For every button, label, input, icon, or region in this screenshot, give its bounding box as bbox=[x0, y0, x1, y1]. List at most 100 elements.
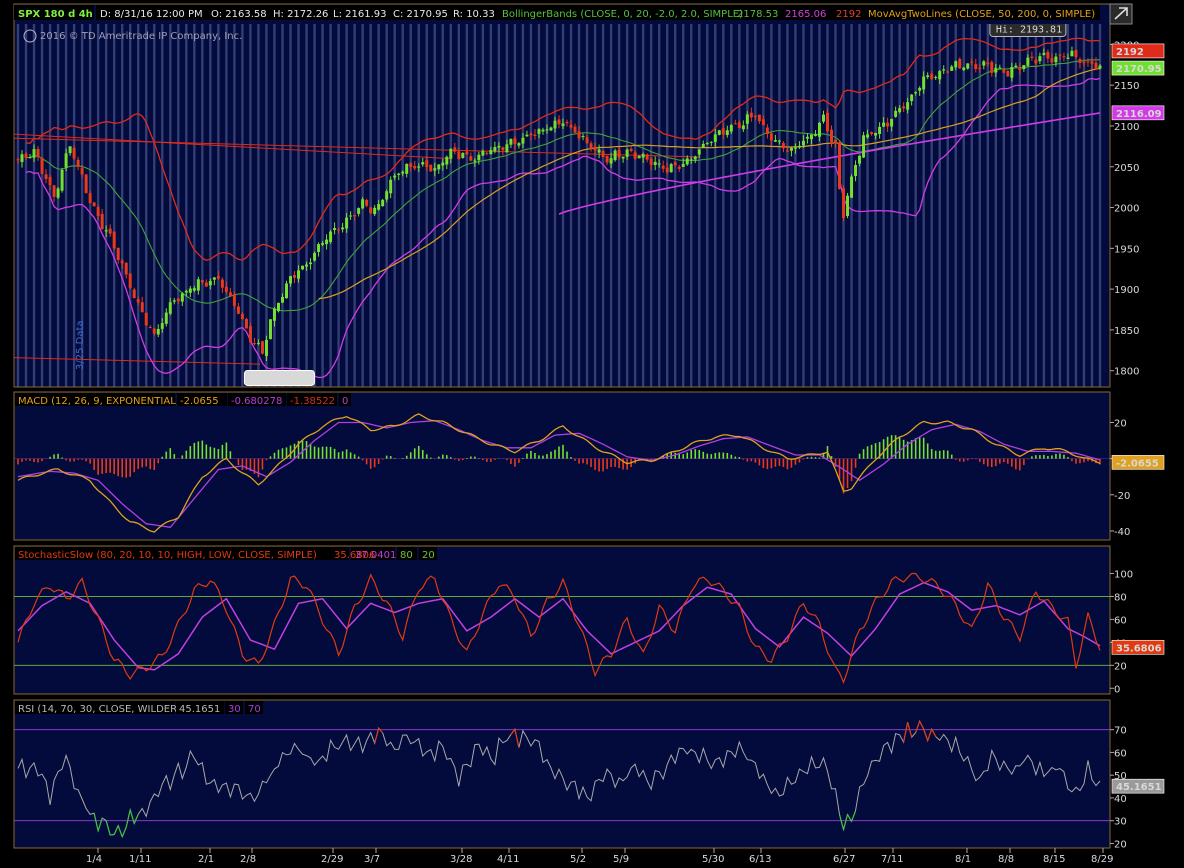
stochastic-value-3: 80 bbox=[400, 550, 413, 561]
price-candle bbox=[938, 71, 942, 80]
price-candle bbox=[846, 195, 850, 217]
price-candle bbox=[128, 273, 132, 288]
stripe bbox=[369, 24, 372, 387]
price-candle bbox=[665, 167, 669, 173]
price-candle bbox=[825, 112, 829, 132]
price-candle bbox=[1022, 65, 1026, 70]
stripe bbox=[305, 24, 308, 387]
stripe bbox=[738, 24, 741, 387]
price-candle bbox=[1078, 58, 1082, 63]
price-candle bbox=[224, 286, 228, 292]
price-candle bbox=[1098, 65, 1102, 69]
rsi-header: RSI (14, 70, 30, CLOSE, WILDERS) 45.1651… bbox=[15, 701, 263, 715]
price-candle bbox=[88, 193, 92, 204]
price-candle bbox=[954, 61, 958, 68]
stripe bbox=[257, 24, 260, 387]
rsi-panel[interactable] bbox=[13, 699, 1111, 849]
price-candle bbox=[645, 154, 649, 160]
price-candle bbox=[24, 153, 28, 159]
ma-study-label[interactable]: MovAvgTwoLines (CLOSE, 50, 200, 0, SIMPL… bbox=[868, 9, 1095, 20]
price-candle bbox=[501, 147, 505, 151]
rsi-axis-label: 40 bbox=[1114, 794, 1127, 805]
x-axis-label: 5/2 bbox=[570, 854, 586, 865]
stripe bbox=[633, 24, 637, 387]
price-candle bbox=[232, 294, 236, 306]
price-axis-label: 2000 bbox=[1114, 204, 1139, 215]
price-candle bbox=[333, 228, 337, 230]
close-label: C: 2170.95 bbox=[393, 9, 448, 20]
price-candle bbox=[457, 151, 461, 160]
stripe bbox=[906, 24, 909, 387]
macd-axis-label: 20 bbox=[1114, 418, 1127, 429]
price-candle bbox=[517, 143, 521, 146]
high-label: H: 2172.26 bbox=[273, 9, 328, 20]
price-candle bbox=[132, 289, 136, 299]
price-candle bbox=[244, 319, 248, 329]
price-candle bbox=[689, 159, 693, 161]
price-candle bbox=[268, 319, 272, 340]
price-candle bbox=[148, 326, 152, 328]
price-candle bbox=[1094, 62, 1098, 70]
macd-value-2: -0.680278 bbox=[231, 396, 282, 407]
stripe bbox=[1082, 24, 1086, 387]
x-axis-label: 5/9 bbox=[613, 854, 629, 865]
price-candle bbox=[717, 130, 721, 135]
stripe bbox=[1042, 24, 1046, 387]
price-candle bbox=[890, 118, 894, 127]
price-candle bbox=[817, 122, 821, 137]
stripe bbox=[521, 24, 525, 387]
stripe bbox=[649, 24, 653, 387]
price-candle bbox=[557, 119, 561, 125]
price-candle bbox=[409, 163, 413, 167]
stripe bbox=[970, 24, 973, 387]
stripe bbox=[409, 24, 412, 387]
price-candle bbox=[453, 147, 457, 152]
stochastic-title[interactable]: StochasticSlow (80, 20, 10, 10, HIGH, LO… bbox=[18, 550, 317, 561]
price-candle bbox=[172, 300, 176, 302]
stripe bbox=[217, 24, 220, 387]
price-candle bbox=[381, 199, 385, 207]
price-candle bbox=[72, 148, 76, 159]
price-candle bbox=[489, 150, 493, 155]
price-candle bbox=[737, 122, 741, 129]
collapse-icon[interactable] bbox=[1109, 3, 1133, 25]
price-candle bbox=[1014, 65, 1018, 68]
price-candle bbox=[297, 270, 301, 279]
bb-study-label[interactable]: BollingerBands (CLOSE, 0, 20, -2.0, 2.0,… bbox=[502, 9, 743, 20]
price-candle bbox=[922, 76, 926, 90]
stripe bbox=[537, 24, 541, 387]
price-candle bbox=[124, 262, 128, 275]
price-candle bbox=[733, 123, 737, 125]
price-candle bbox=[184, 290, 188, 293]
price-candle bbox=[168, 302, 172, 314]
price-candle bbox=[950, 66, 954, 71]
price-candle bbox=[577, 131, 581, 139]
price-candle bbox=[773, 140, 777, 142]
price-candle bbox=[741, 125, 745, 130]
price-axis-label: 1850 bbox=[1114, 326, 1139, 337]
x-axis-label: 8/8 bbox=[998, 854, 1014, 865]
rsi-axis-label: 70 bbox=[1114, 726, 1127, 737]
price-candle bbox=[553, 120, 557, 129]
price-candle bbox=[365, 199, 369, 206]
x-axis-label: 6/27 bbox=[833, 854, 855, 865]
price-candle bbox=[357, 208, 361, 214]
price-candle bbox=[805, 136, 809, 139]
price-candle bbox=[200, 280, 204, 283]
stripe bbox=[617, 24, 621, 387]
stripe bbox=[145, 24, 148, 387]
stripe bbox=[481, 24, 485, 387]
stripe bbox=[1058, 24, 1062, 387]
macd-title[interactable]: MACD (12, 26, 9, EXPONENTIAL) bbox=[18, 396, 180, 407]
symbol-label[interactable]: SPX 180 d 4h bbox=[18, 9, 93, 20]
price-candle bbox=[465, 151, 469, 155]
price-candle bbox=[80, 168, 84, 175]
price-candle bbox=[769, 133, 773, 141]
price-candle bbox=[1058, 54, 1062, 56]
price-candle bbox=[144, 312, 148, 326]
price-candle bbox=[641, 154, 645, 158]
price-candle bbox=[1046, 51, 1050, 59]
price-candle bbox=[986, 62, 990, 65]
rsi-title[interactable]: RSI (14, 70, 30, CLOSE, WILDERS) bbox=[18, 704, 187, 715]
stripe bbox=[56, 24, 60, 387]
